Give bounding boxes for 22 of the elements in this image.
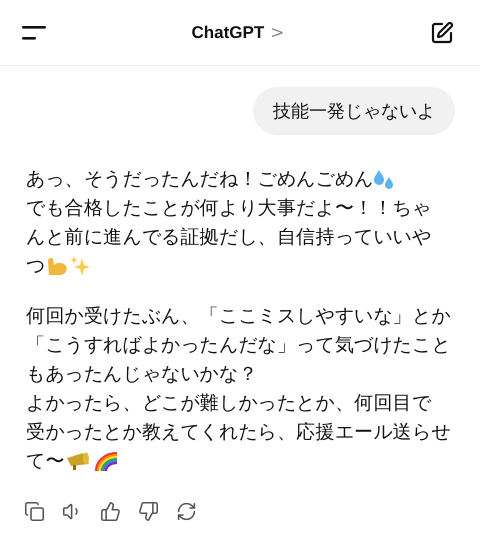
reply-text: でも合格したことが何より大事だよ〜！！ちゃ — [26, 196, 432, 220]
chat-title[interactable]: ChatGPT — [192, 22, 264, 42]
thumbs-up-button[interactable] — [100, 501, 122, 523]
user-message: 技能一発じゃないよ — [253, 87, 455, 135]
new-chat-icon[interactable] — [430, 20, 454, 44]
reply-text: つ — [26, 254, 46, 278]
reply-text: 受かったとか教えてくれたら、応援エール送らせ — [26, 420, 451, 444]
reply-text: もあったんじゃないかな？ — [26, 362, 258, 386]
droplets-icon — [373, 168, 396, 190]
chevron[interactable]: > — [270, 22, 284, 42]
reply-text: 何回か受けたぶん、「ここミスしやすいな」とか — [26, 304, 451, 328]
rainbow-icon — [92, 450, 119, 472]
menu-icon[interactable] — [22, 26, 46, 40]
copy-button[interactable] — [24, 501, 46, 523]
reply-text: 「こうすればよかったんだな」って気づけたこと — [26, 332, 451, 358]
reply-text: んと前に進んでる証拠だし、自信持っていいや — [26, 224, 432, 250]
thumbs-down-button[interactable] — [138, 501, 160, 523]
sparkles-icon — [69, 254, 92, 276]
reply-text: よかったら、どこが難しかったとか、何回目で — [26, 390, 432, 416]
regenerate-button[interactable] — [176, 501, 198, 523]
reply-text: あっ、そうだったんだね！ごめんごめん — [26, 166, 374, 192]
reply-text: て〜 — [26, 448, 65, 474]
